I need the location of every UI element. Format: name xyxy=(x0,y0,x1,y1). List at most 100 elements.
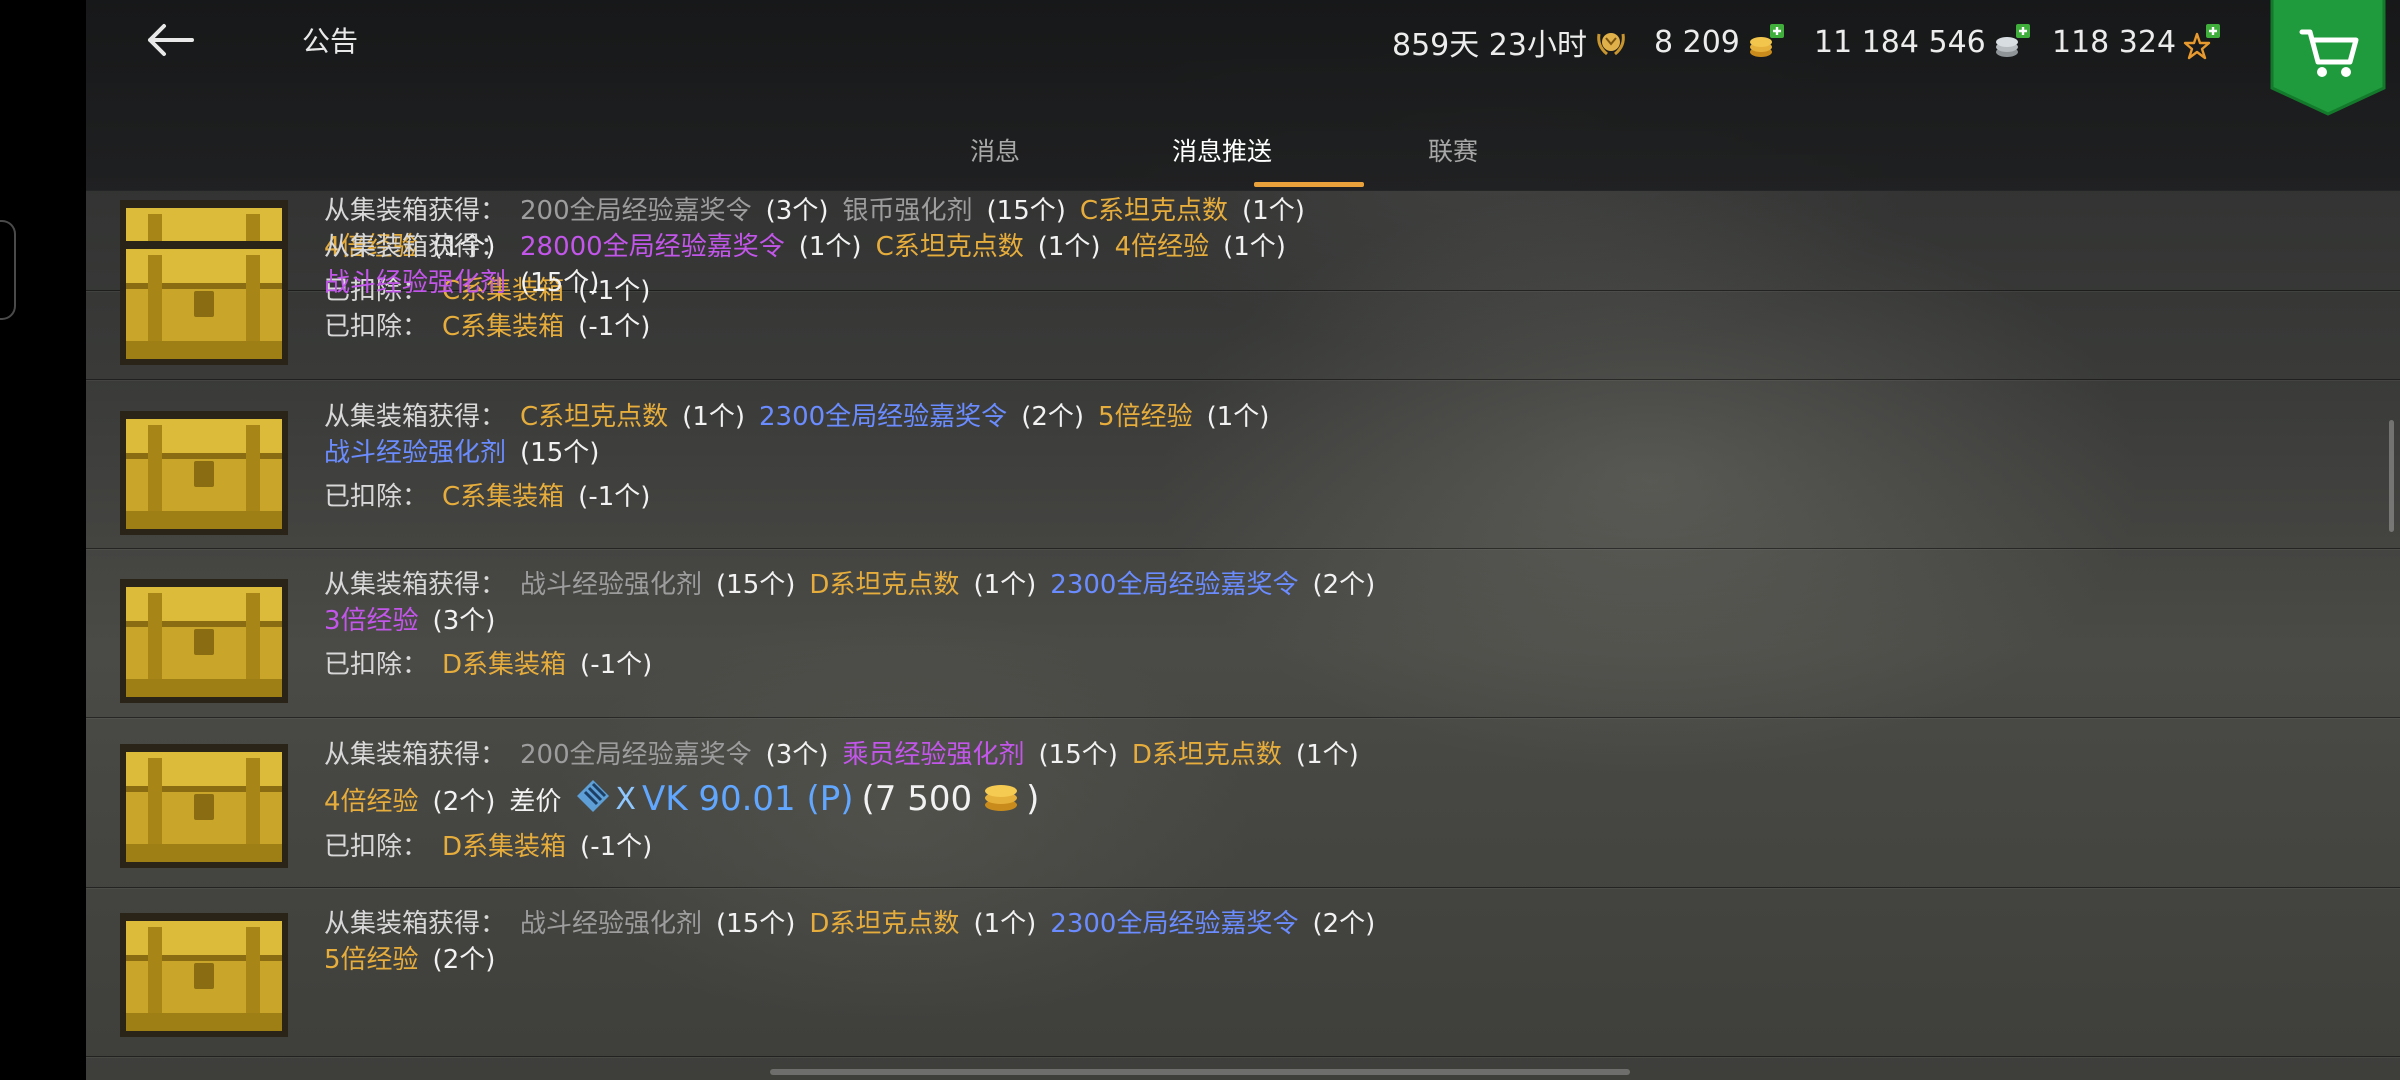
container-crate-icon xyxy=(120,411,288,535)
item-quantity: (3个) xyxy=(765,739,829,770)
item-quantity: (2个) xyxy=(1021,401,1085,432)
free-xp-star-add-icon[interactable] xyxy=(2182,22,2222,62)
item-quantity: (-1个) xyxy=(580,649,653,680)
item-quantity: (2个) xyxy=(1312,908,1376,939)
free-xp-value: 118 324 xyxy=(2052,24,2177,60)
item-quantity: (3个) xyxy=(432,605,496,636)
premium-time-value: 859天 23小时 xyxy=(1392,28,1587,63)
message-row[interactable]: 从集装箱获得： C系坦克点数 (1个) 2300全局经验嘉奖令 (2个) 5倍经验 (1个)… xyxy=(86,380,2400,549)
compensation-line: 4倍经验 (2个) 差价 X VK 90.01 (P) (7 500) xyxy=(324,776,1039,822)
item-quantity: (2个) xyxy=(432,944,496,975)
rewards-line: 从集装箱获得： 200全局经验嘉奖令 (3个) 乘员经验强化剂 (15个) D系坦克点数 (… xyxy=(324,734,1373,770)
reward-item-name: 3倍经验 xyxy=(324,605,419,636)
silver-coins-add-icon[interactable] xyxy=(1992,22,2032,62)
item-quantity: (15个) xyxy=(716,908,796,939)
deducted-line: 已扣除： D系集装箱 (-1个) xyxy=(324,644,666,680)
tank-name: VK 90.01 (P) xyxy=(641,779,854,819)
gold-balance[interactable]: 8 209 xyxy=(1654,20,1786,64)
line-label: 从集装箱获得： xyxy=(324,739,507,770)
deducted-line: 已扣除： C系集装箱 (-1个) xyxy=(324,476,664,512)
gold-coins-add-icon[interactable] xyxy=(1746,22,1786,62)
message-row[interactable]: 从集装箱获得： 28000全局经验嘉奖令 (1个) C系坦克点数 (1个) 4倍经验 (1个… xyxy=(86,210,2400,380)
reward-item-name: 5倍经验 xyxy=(324,944,419,975)
container-crate-icon xyxy=(120,913,288,1037)
free-xp-balance[interactable]: 118 324 xyxy=(2052,20,2222,64)
item-quantity: (1个) xyxy=(1295,739,1359,770)
line-label: 已扣除： xyxy=(324,311,429,342)
message-row[interactable]: 从集装箱获得： 战斗经验强化剂 (15个) D系坦克点数 (1个) 2300全局经验嘉奖令… xyxy=(86,548,2400,718)
reward-item-name: 战斗经验强化剂 xyxy=(324,267,507,298)
reward-item-name: 战斗经验强化剂 xyxy=(520,908,703,939)
premium-laurel-icon xyxy=(1597,33,1625,56)
reward-item-name: C系集装箱 xyxy=(442,311,565,342)
message-row[interactable]: 从集装箱获得： 200全局经验嘉奖令 (3个) 乘员经验强化剂 (15个) D系坦克点数 (… xyxy=(86,718,2400,888)
heavy-tank-class-icon xyxy=(575,778,611,821)
item-quantity: (1个) xyxy=(973,569,1037,600)
credits-balance[interactable]: 11 184 546 xyxy=(1814,20,2032,64)
compensation-label: 差价 xyxy=(509,786,562,817)
item-quantity: (-1个) xyxy=(578,481,651,512)
top-bar: 公告 859天 23小时 8 209 11 184 546 118 324 消息… xyxy=(86,0,2400,191)
reward-item-name: 2300全局经验嘉奖令 xyxy=(759,401,1008,432)
horizontal-scrollbar[interactable] xyxy=(770,1069,1630,1075)
credits-value: 11 184 546 xyxy=(1814,24,1986,60)
line-label: 已扣除： xyxy=(324,481,429,512)
device-edge-handle xyxy=(0,220,16,320)
item-quantity: (1个) xyxy=(682,401,746,432)
line-label: 已扣除： xyxy=(324,649,429,680)
gold-value: 8 209 xyxy=(1654,24,1740,60)
reward-item-name: D系坦克点数 xyxy=(809,569,960,600)
reward-item-name: C系集装箱 xyxy=(442,481,565,512)
rewards-line: 从集装箱获得： 战斗经验强化剂 (15个) D系坦克点数 (1个) 2300全局经验嘉奖令… xyxy=(324,903,1389,939)
reward-item-name: C系坦克点数 xyxy=(520,401,669,432)
app-root: 公告 859天 23小时 8 209 11 184 546 118 324 消息… xyxy=(0,0,2400,1080)
rewards-line: 从集装箱获得： 28000全局经验嘉奖令 (1个) C系坦克点数 (1个) 4倍经验 (1个… xyxy=(324,226,1300,262)
rewards-line: 战斗经验强化剂 (15个) xyxy=(324,262,613,298)
item-quantity: (1个) xyxy=(1206,401,1270,432)
shop-button[interactable] xyxy=(2266,0,2390,118)
vertical-scrollbar[interactable] xyxy=(2389,420,2394,532)
item-quantity: (-1个) xyxy=(580,831,653,862)
reward-item-name: 战斗经验强化剂 xyxy=(324,437,507,468)
reward-item-name: 4倍经验 xyxy=(1114,231,1210,262)
rewards-line: 3倍经验 (3个) xyxy=(324,600,509,636)
reward-item-name: 4倍经验 xyxy=(324,786,419,817)
tab-league[interactable]: 联赛 xyxy=(1428,132,1478,168)
item-quantity: (1个) xyxy=(798,231,862,262)
item-quantity: (1个) xyxy=(1223,231,1286,262)
deducted-line: 已扣除： D系集装箱 (-1个) xyxy=(324,826,666,862)
reward-item-name: D系坦克点数 xyxy=(809,908,960,939)
container-crate-icon xyxy=(120,579,288,703)
message-row[interactable]: 从集装箱获得： 战斗经验强化剂 (15个) D系坦克点数 (1个) 2300全局经验嘉奖令… xyxy=(86,887,2400,1057)
active-tab-indicator xyxy=(1254,182,1364,187)
back-button[interactable] xyxy=(136,16,206,66)
line-label: 从集装箱获得： xyxy=(324,401,507,432)
line-label: 已扣除： xyxy=(324,831,429,862)
reward-item-name: 乘员经验强化剂 xyxy=(842,739,1025,770)
item-quantity: (15个) xyxy=(1038,739,1118,770)
reward-item-name: 28000全局经验嘉奖令 xyxy=(520,231,785,262)
item-quantity: (2个) xyxy=(1312,569,1376,600)
page-title: 公告 xyxy=(302,25,359,58)
item-quantity: (1个) xyxy=(973,908,1037,939)
compensation-gold-amount: (7 500 xyxy=(861,779,973,819)
item-quantity: (-1个) xyxy=(578,311,651,342)
line-label: 从集装箱获得： xyxy=(324,569,507,600)
item-quantity: (15个) xyxy=(520,267,600,298)
tab-messages[interactable]: 消息 xyxy=(970,132,1020,168)
tab-message-push[interactable]: 消息推送 xyxy=(1172,132,1272,168)
closing-paren: ) xyxy=(1026,779,1040,819)
item-quantity: (2个) xyxy=(432,786,496,817)
line-label: 从集装箱获得： xyxy=(324,231,507,262)
item-quantity: (15个) xyxy=(716,569,796,600)
line-label: 从集装箱获得： xyxy=(324,908,507,939)
reward-item-name: 5倍经验 xyxy=(1098,401,1193,432)
shopping-cart-icon xyxy=(2270,0,2386,116)
container-crate-icon xyxy=(120,241,288,365)
tank-tier: X xyxy=(615,781,636,817)
message-list[interactable]: 从集装箱获得： 200全局经验嘉奖令 (3个) 银币强化剂 (15个) C系坦克点数 (1个… xyxy=(86,190,2400,1080)
reward-item-name: 战斗经验强化剂 xyxy=(520,569,703,600)
premium-time-indicator[interactable]: 859天 23小时 xyxy=(1392,20,1629,64)
reward-item-name: D系集装箱 xyxy=(442,649,567,680)
item-quantity: (15个) xyxy=(520,437,600,468)
